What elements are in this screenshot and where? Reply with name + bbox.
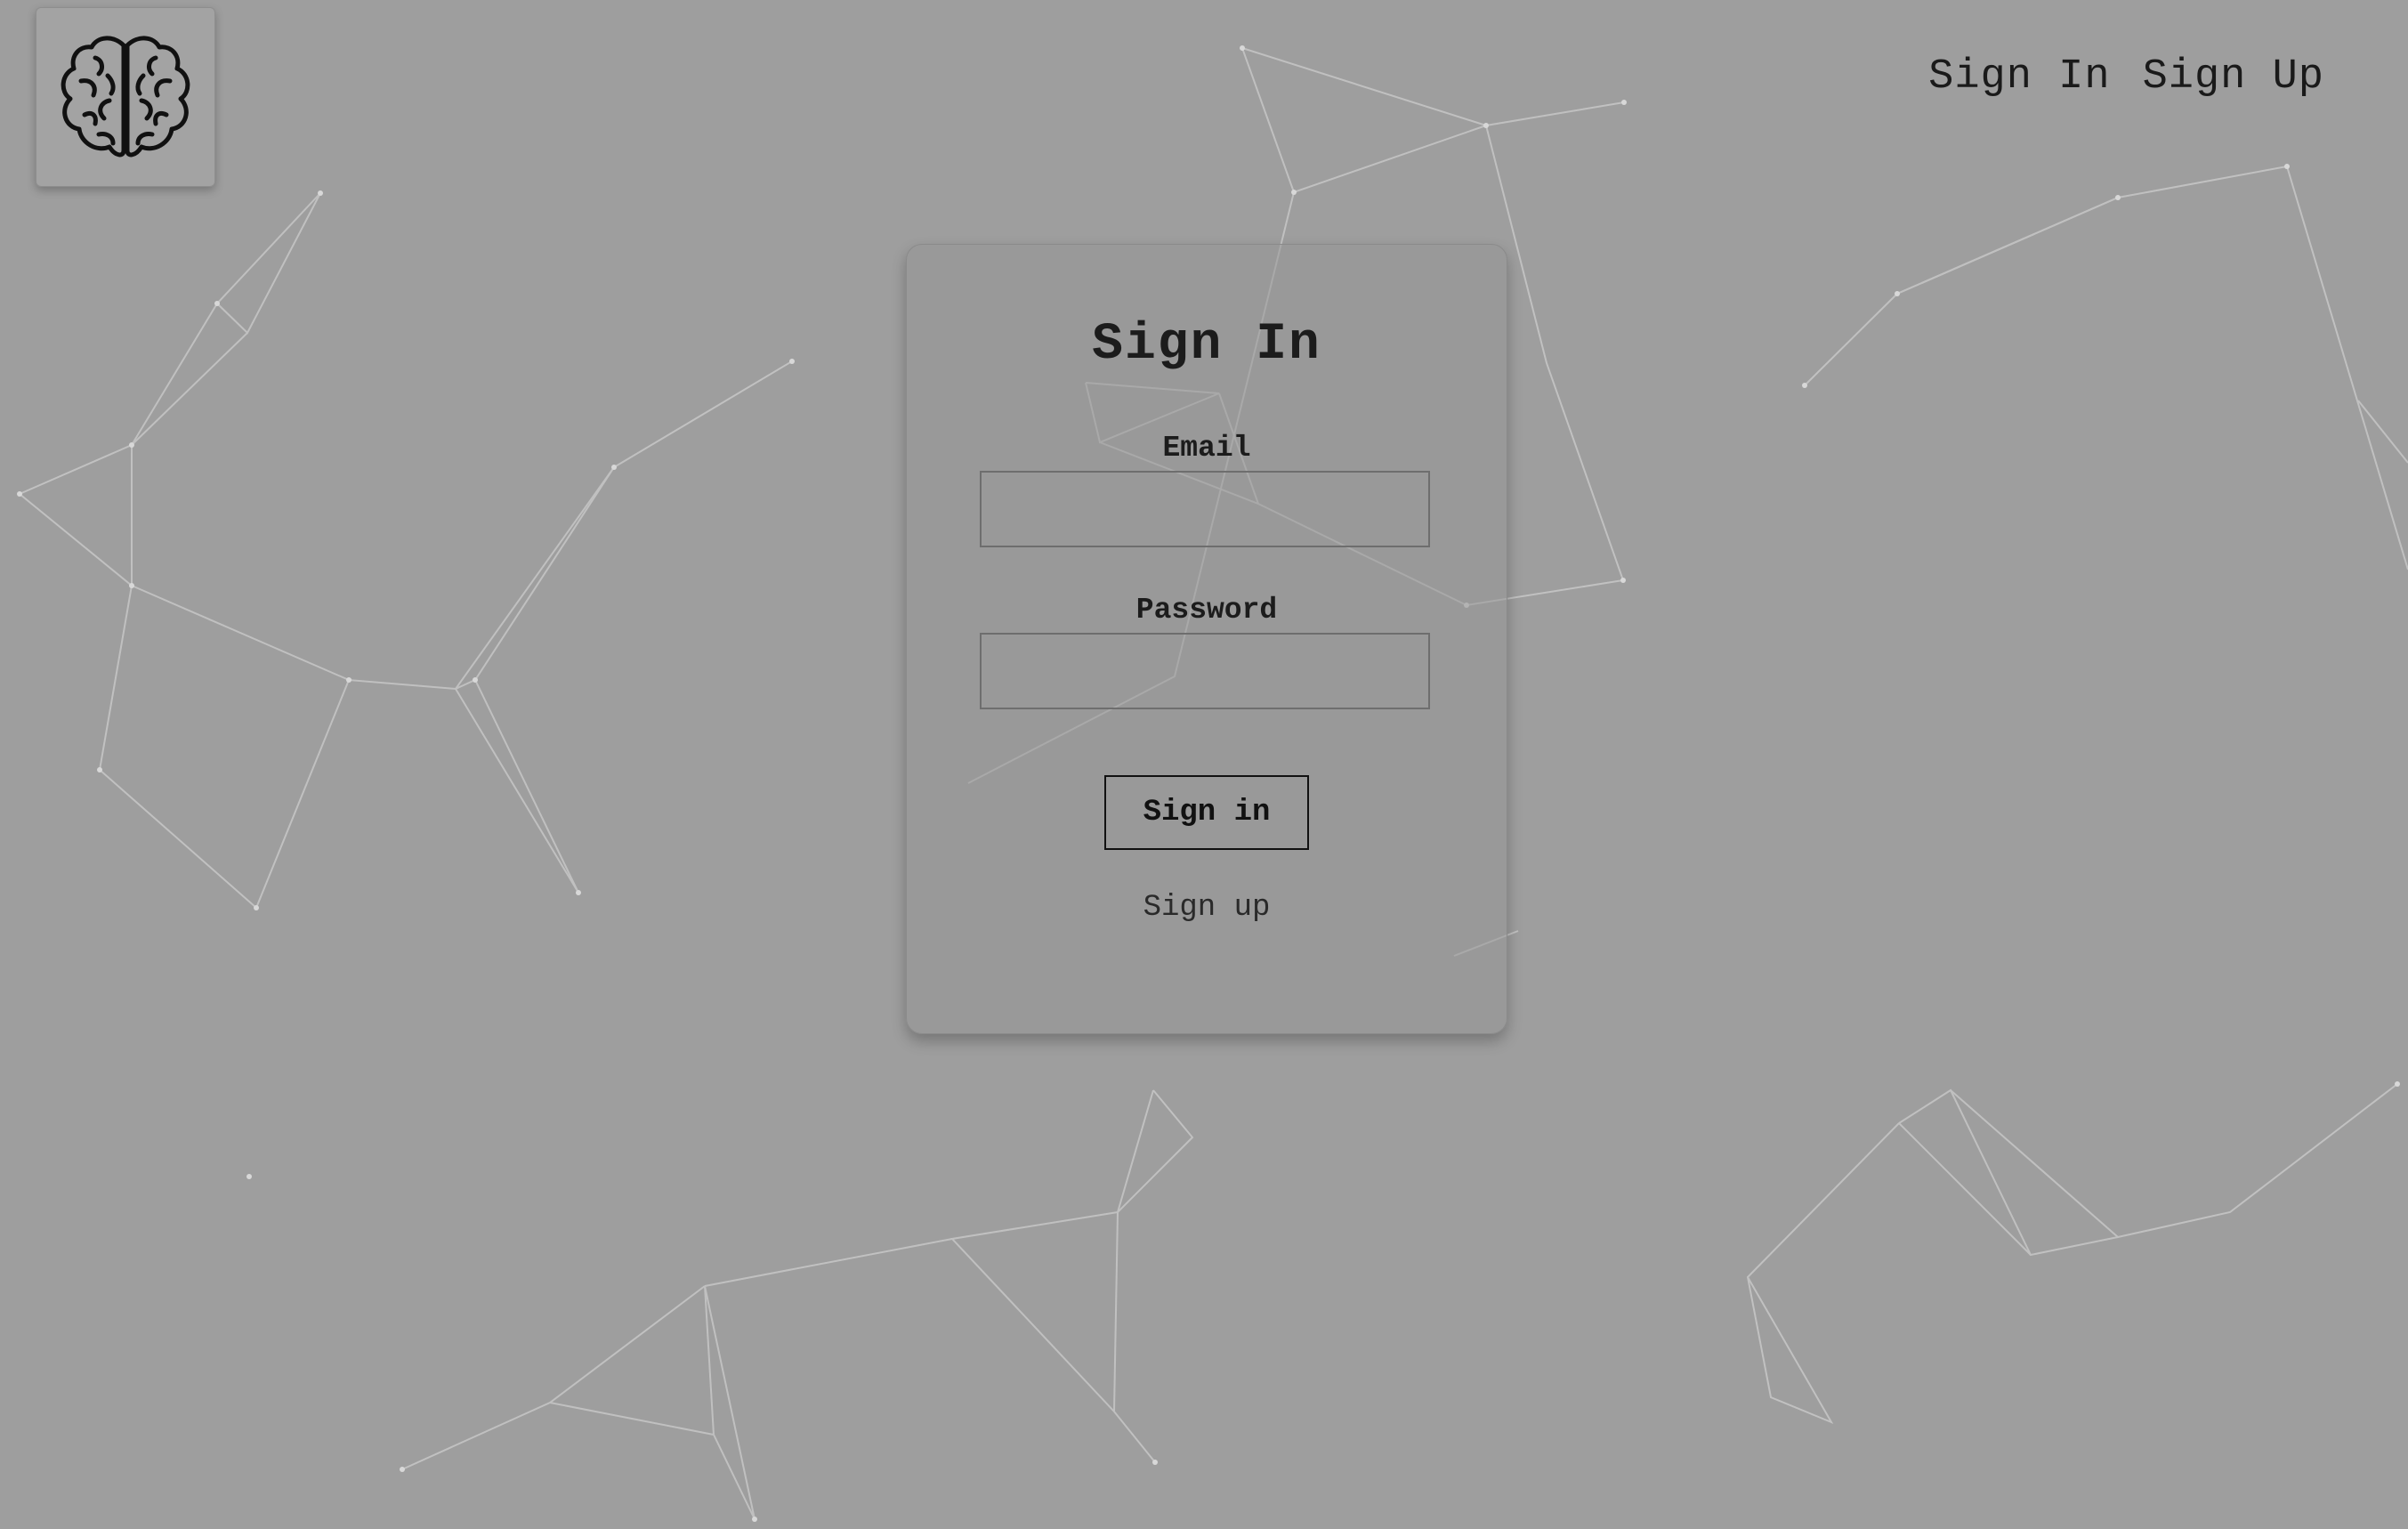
sign-in-card: Sign In Email Password Sign in Sign up	[906, 244, 1507, 1034]
email-input[interactable]	[980, 471, 1430, 547]
password-label: Password	[1135, 594, 1278, 627]
form-title: Sign In	[1092, 316, 1321, 374]
sign-up-link[interactable]: Sign up	[907, 891, 1507, 925]
nav-sign-in-link[interactable]: Sign In	[1928, 53, 2110, 101]
brain-icon	[61, 36, 190, 158]
top-nav: Sign In Sign Up	[1928, 53, 2324, 101]
sign-in-button[interactable]: Sign in	[1104, 775, 1309, 850]
nav-sign-up-link[interactable]: Sign Up	[2143, 53, 2324, 101]
password-input[interactable]	[980, 633, 1430, 709]
email-label: Email	[1162, 432, 1251, 465]
logo[interactable]	[36, 7, 215, 187]
